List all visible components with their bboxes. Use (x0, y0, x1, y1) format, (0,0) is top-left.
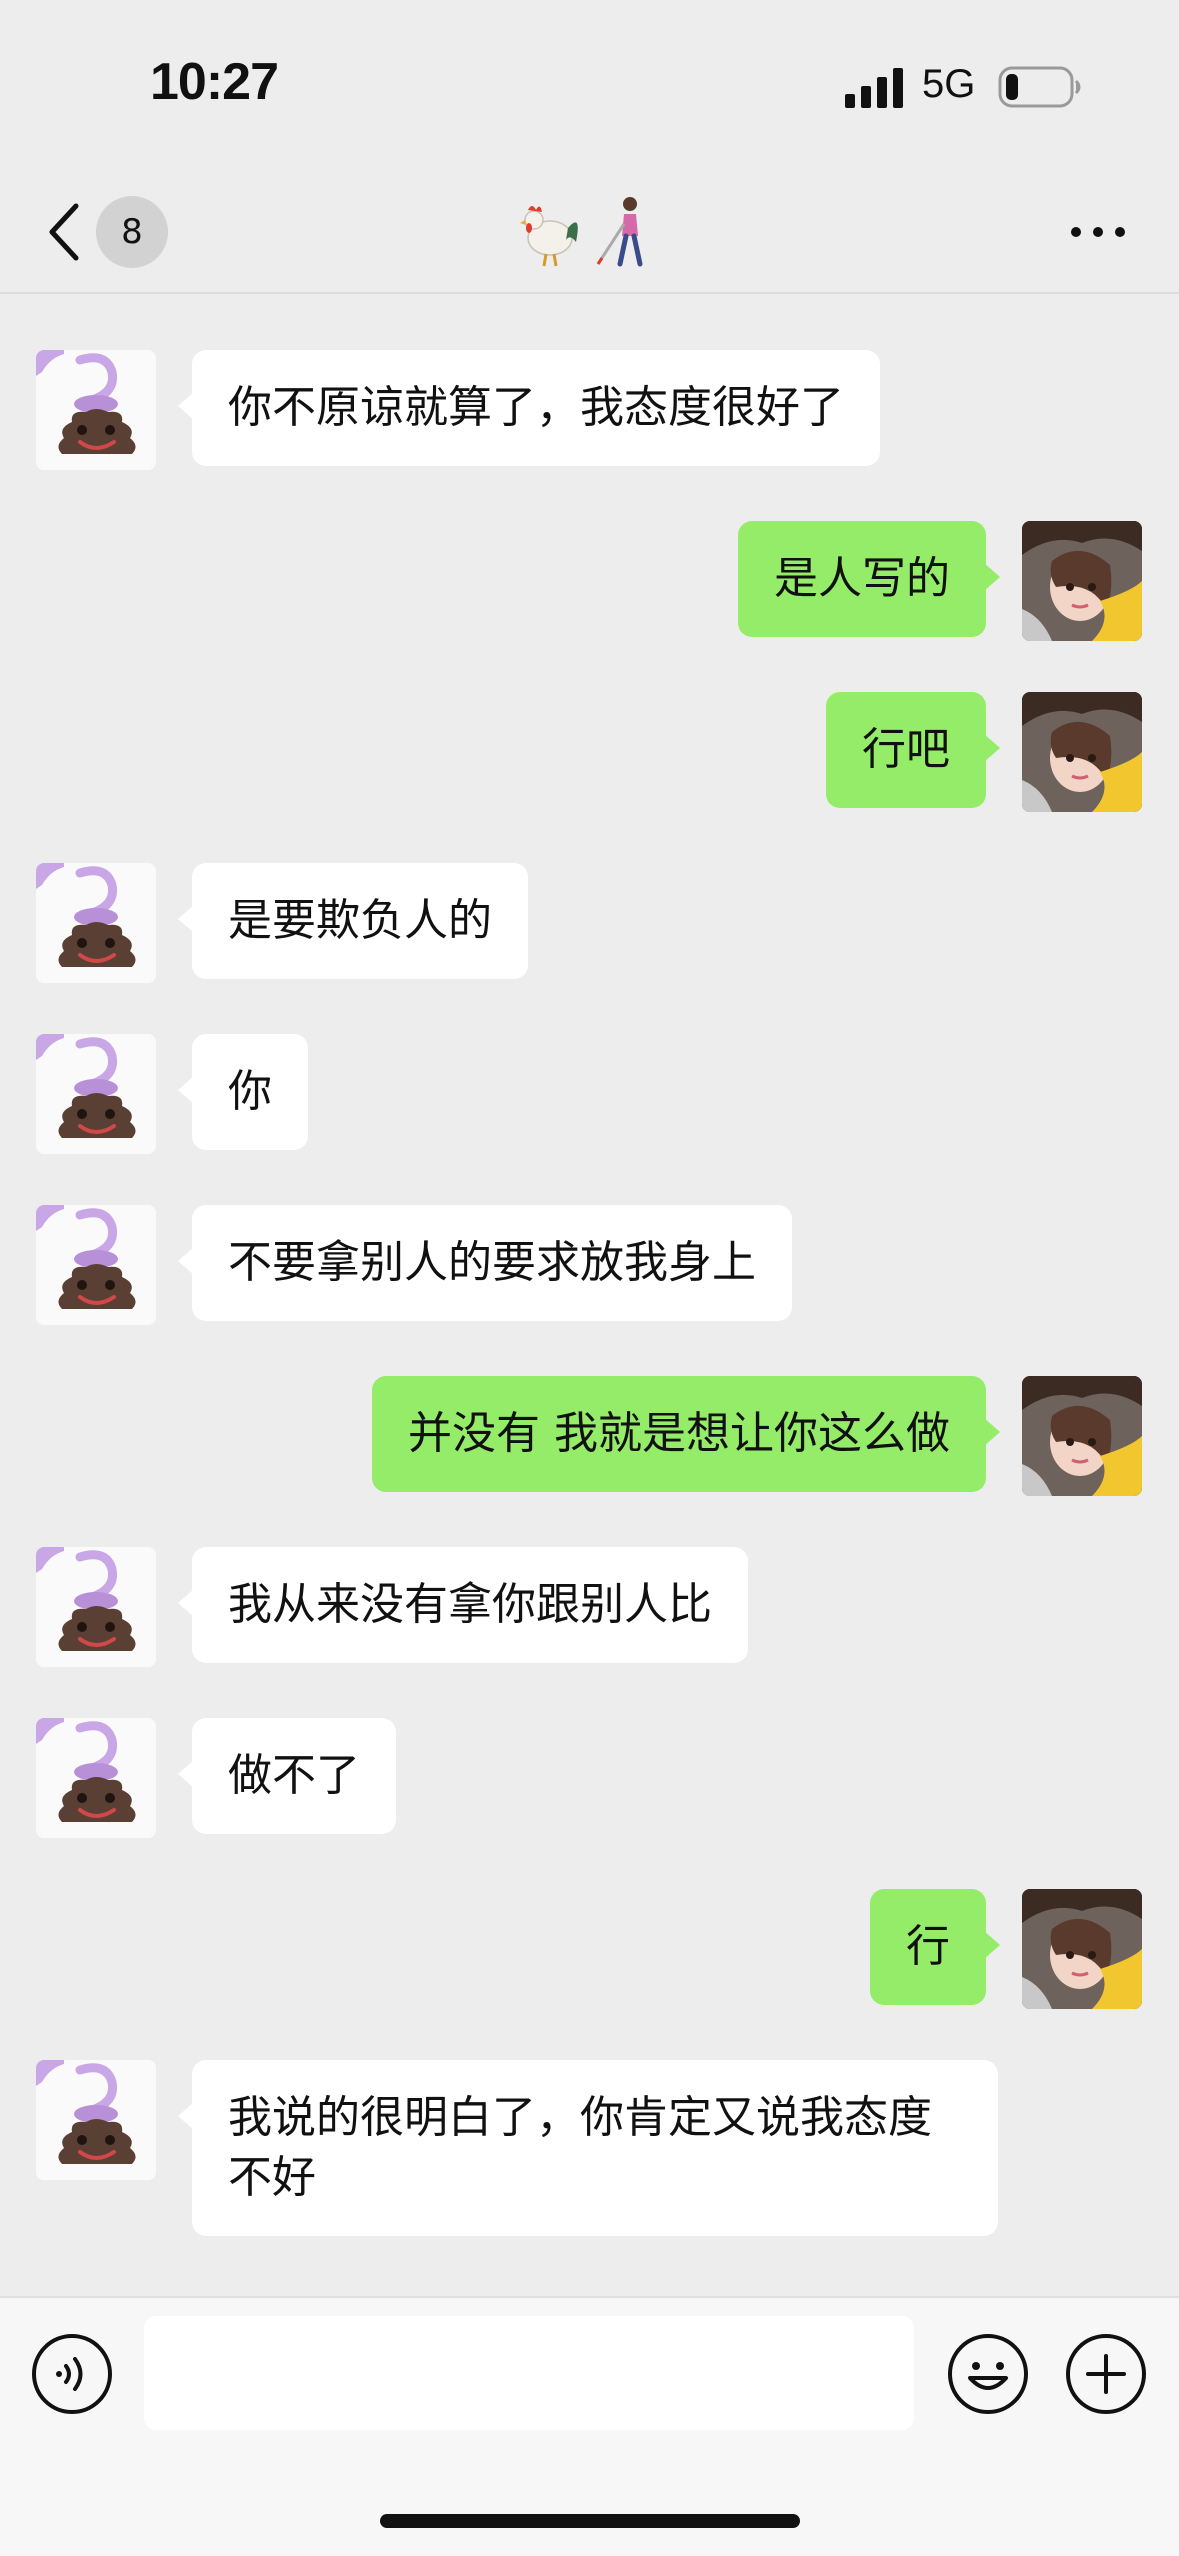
message-bubble-sent[interactable]: 是人写的 (738, 521, 1000, 637)
contact-avatar[interactable] (36, 863, 156, 983)
chat-screen: 10:27 5G 8 你不原谅就算了，我态度很好了 是人写的 行吧 是要欺负人的… (0, 0, 1179, 2556)
poop-emoji-avatar-icon (36, 1718, 156, 1838)
nav-bar: 8 (0, 170, 1179, 294)
rooster-emoji-icon (520, 206, 578, 267)
poop-emoji-avatar-icon (36, 1547, 156, 1667)
poop-emoji-avatar-icon (36, 350, 156, 470)
user-photo-avatar-icon (1022, 1889, 1142, 2009)
message-bubble-sent[interactable]: 行 (870, 1889, 1000, 2005)
message-bubble-sent[interactable]: 行吧 (826, 692, 1000, 808)
my-avatar[interactable] (1022, 1889, 1142, 2009)
status-time: 10:27 (150, 53, 279, 111)
poop-emoji-avatar-icon (36, 1205, 156, 1325)
back-chevron-icon[interactable] (46, 200, 86, 264)
signal-icon (845, 68, 903, 108)
contact-avatar[interactable] (36, 1547, 156, 1667)
contact-avatar[interactable] (36, 1718, 156, 1838)
contact-avatar[interactable] (36, 1034, 156, 1154)
message-input[interactable] (144, 2316, 914, 2430)
chat-title-emoji (520, 197, 643, 267)
user-photo-avatar-icon (1022, 521, 1142, 641)
poop-emoji-avatar-icon (36, 863, 156, 983)
poop-emoji-avatar-icon (36, 2060, 156, 2180)
poop-emoji-avatar-icon (36, 1034, 156, 1154)
message-bubble-received[interactable]: 是要欺负人的 (178, 863, 528, 979)
message-bubble-received[interactable]: 我从来没有拿你跟别人比 (178, 1547, 748, 1663)
user-photo-avatar-icon (1022, 692, 1142, 812)
my-avatar[interactable] (1022, 521, 1142, 641)
message-bubble-received[interactable]: 不要拿别人的要求放我身上 (178, 1205, 792, 1321)
message-bubble-received[interactable]: 做不了 (178, 1718, 396, 1834)
more-options-icon[interactable] (1070, 224, 1126, 240)
message-bubble-received[interactable]: 我说的很明白了，你肯定又说我态度不好 (178, 2060, 998, 2236)
voice-input-icon[interactable] (30, 2332, 114, 2416)
emoji-icon[interactable] (946, 2332, 1030, 2416)
plus-icon[interactable] (1064, 2332, 1148, 2416)
network-label: 5G (922, 62, 976, 106)
contact-avatar[interactable] (36, 1205, 156, 1325)
contact-avatar[interactable] (36, 2060, 156, 2180)
my-avatar[interactable] (1022, 1376, 1142, 1496)
message-bubble-sent[interactable]: 并没有 我就是想让你这么做 (372, 1376, 1000, 1492)
my-avatar[interactable] (1022, 692, 1142, 812)
status-bar: 10:27 5G (0, 0, 1179, 170)
input-bar (0, 2296, 1179, 2556)
unread-count-badge[interactable]: 8 (96, 196, 168, 268)
contact-avatar[interactable] (36, 350, 156, 470)
user-photo-avatar-icon (1022, 1376, 1142, 1496)
person-with-cane-emoji-icon (596, 197, 643, 267)
battery-icon (998, 66, 1081, 108)
message-bubble-received[interactable]: 你不原谅就算了，我态度很好了 (178, 350, 880, 466)
home-indicator[interactable] (380, 2514, 800, 2528)
message-bubble-received[interactable]: 你 (178, 1034, 308, 1150)
